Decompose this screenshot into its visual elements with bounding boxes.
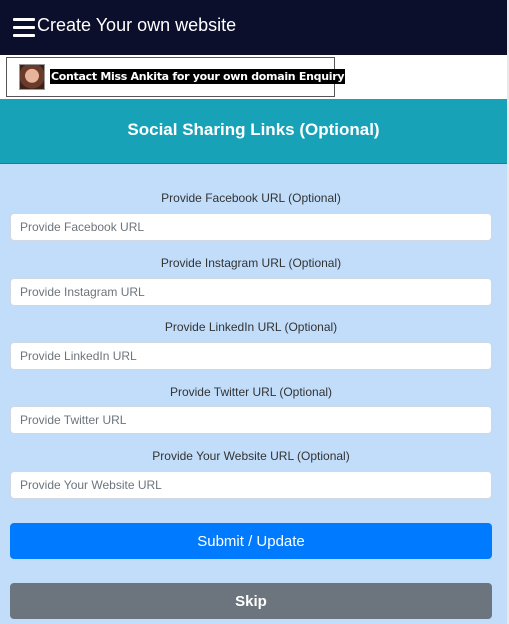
twitter-url-input[interactable]	[10, 406, 492, 434]
instagram-url-label: Provide Instagram URL (Optional)	[160, 256, 342, 270]
submit-update-button[interactable]: Submit / Update	[10, 523, 492, 559]
linkedin-url-input[interactable]	[10, 342, 492, 370]
promo-banner[interactable]: Contact Miss Ankita for your own domain …	[6, 57, 346, 97]
facebook-url-input[interactable]	[10, 213, 492, 241]
avatar	[19, 64, 45, 90]
instagram-url-input[interactable]	[10, 278, 492, 306]
facebook-url-label: Provide Facebook URL (Optional)	[161, 191, 341, 205]
promo-text: Contact Miss Ankita for your own domain …	[50, 69, 346, 84]
website-url-label: Provide Your Website URL (Optional)	[152, 449, 350, 463]
twitter-url-label: Provide Twitter URL (Optional)	[169, 385, 333, 399]
section-title: Social Sharing Links (Optional)	[127, 120, 380, 139]
site-title: Create Your own website	[37, 15, 237, 35]
hamburger-menu-icon[interactable]	[13, 18, 35, 37]
top-navbar: Create Your own website	[0, 0, 509, 55]
website-url-input[interactable]	[10, 471, 492, 499]
skip-button[interactable]: Skip	[10, 583, 492, 619]
section-header: Social Sharing Links (Optional)	[0, 99, 507, 164]
linkedin-url-label: Provide LinkedIn URL (Optional)	[164, 320, 338, 334]
